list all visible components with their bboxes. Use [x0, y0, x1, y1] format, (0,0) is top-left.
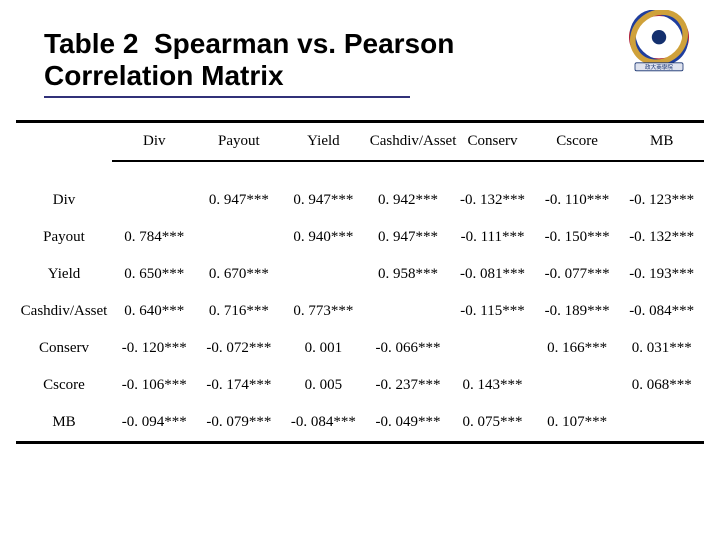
cell: -0. 115***	[450, 293, 535, 330]
cell	[535, 367, 620, 404]
col-header: Cscore	[535, 122, 620, 162]
table-row: Div 0. 947*** 0. 947*** 0. 942*** -0. 13…	[16, 182, 704, 219]
logo-emblem: 政大商學院	[616, 10, 702, 74]
row-header: Payout	[16, 219, 112, 256]
table-row: MB -0. 094*** -0. 079*** -0. 084*** -0. …	[16, 404, 704, 443]
cell: 0. 650***	[112, 256, 197, 293]
cell	[450, 330, 535, 367]
cell: -0. 066***	[366, 330, 451, 367]
cell: -0. 132***	[450, 182, 535, 219]
cell: -0. 132***	[619, 219, 704, 256]
cell: -0. 072***	[197, 330, 282, 367]
table-number: Table 2	[44, 28, 138, 59]
cell: -0. 237***	[366, 367, 451, 404]
col-header: Conserv	[450, 122, 535, 162]
cell: 0. 005	[281, 367, 366, 404]
emblem-icon: 政大商學院	[616, 10, 702, 74]
row-header: Conserv	[16, 330, 112, 367]
cell: 0. 143***	[450, 367, 535, 404]
correlation-table: Div Payout Yield Cashdiv/Asset Conserv C…	[16, 120, 704, 444]
cell	[366, 293, 451, 330]
col-header: Cashdiv/Asset	[366, 122, 451, 162]
cell: -0. 189***	[535, 293, 620, 330]
cell: 0. 958***	[366, 256, 451, 293]
cell: 0. 784***	[112, 219, 197, 256]
table-row: Cscore -0. 106*** -0. 174*** 0. 005 -0. …	[16, 367, 704, 404]
cell: 0. 031***	[619, 330, 704, 367]
cell: 0. 773***	[281, 293, 366, 330]
table-header-row: Div Payout Yield Cashdiv/Asset Conserv C…	[16, 122, 704, 162]
cell: 0. 940***	[281, 219, 366, 256]
cell: -0. 120***	[112, 330, 197, 367]
cell: -0. 111***	[450, 219, 535, 256]
cell: -0. 049***	[366, 404, 451, 443]
cell: -0. 106***	[112, 367, 197, 404]
row-header: Yield	[16, 256, 112, 293]
cell: 0. 166***	[535, 330, 620, 367]
cell: 0. 942***	[366, 182, 451, 219]
table-row: Conserv -0. 120*** -0. 072*** 0. 001 -0.…	[16, 330, 704, 367]
cell: -0. 081***	[450, 256, 535, 293]
table-row: Yield 0. 650*** 0. 670*** 0. 958*** -0. …	[16, 256, 704, 293]
row-header: MB	[16, 404, 112, 443]
cell: -0. 094***	[112, 404, 197, 443]
cell: -0. 079***	[197, 404, 282, 443]
cell: 0. 716***	[197, 293, 282, 330]
cell	[112, 182, 197, 219]
cell	[281, 256, 366, 293]
row-header: Cashdiv/Asset	[16, 293, 112, 330]
cell: -0. 150***	[535, 219, 620, 256]
cell: -0. 174***	[197, 367, 282, 404]
cell	[197, 219, 282, 256]
col-header: MB	[619, 122, 704, 162]
cell: -0. 110***	[535, 182, 620, 219]
cell	[619, 404, 704, 443]
cell: 0. 001	[281, 330, 366, 367]
col-header: Div	[112, 122, 197, 162]
col-header: Yield	[281, 122, 366, 162]
cell: -0. 123***	[619, 182, 704, 219]
row-header: Cscore	[16, 367, 112, 404]
cell: 0. 640***	[112, 293, 197, 330]
table-row: Payout 0. 784*** 0. 940*** 0. 947*** -0.…	[16, 219, 704, 256]
header-blank	[16, 122, 112, 162]
cell: -0. 084***	[619, 293, 704, 330]
cell: -0. 084***	[281, 404, 366, 443]
cell: -0. 077***	[535, 256, 620, 293]
cell: 0. 075***	[450, 404, 535, 443]
cell: 0. 947***	[281, 182, 366, 219]
cell: 0. 670***	[197, 256, 282, 293]
row-header: Div	[16, 182, 112, 219]
cell: 0. 947***	[366, 219, 451, 256]
cell: 0. 068***	[619, 367, 704, 404]
table-row: Cashdiv/Asset 0. 640*** 0. 716*** 0. 773…	[16, 293, 704, 330]
table-title: Table 2 Spearman vs. Pearson Correlation…	[44, 28, 698, 92]
cell: -0. 193***	[619, 256, 704, 293]
title-underline	[44, 96, 410, 98]
cell: 0. 947***	[197, 182, 282, 219]
cell: 0. 107***	[535, 404, 620, 443]
col-header: Payout	[197, 122, 282, 162]
